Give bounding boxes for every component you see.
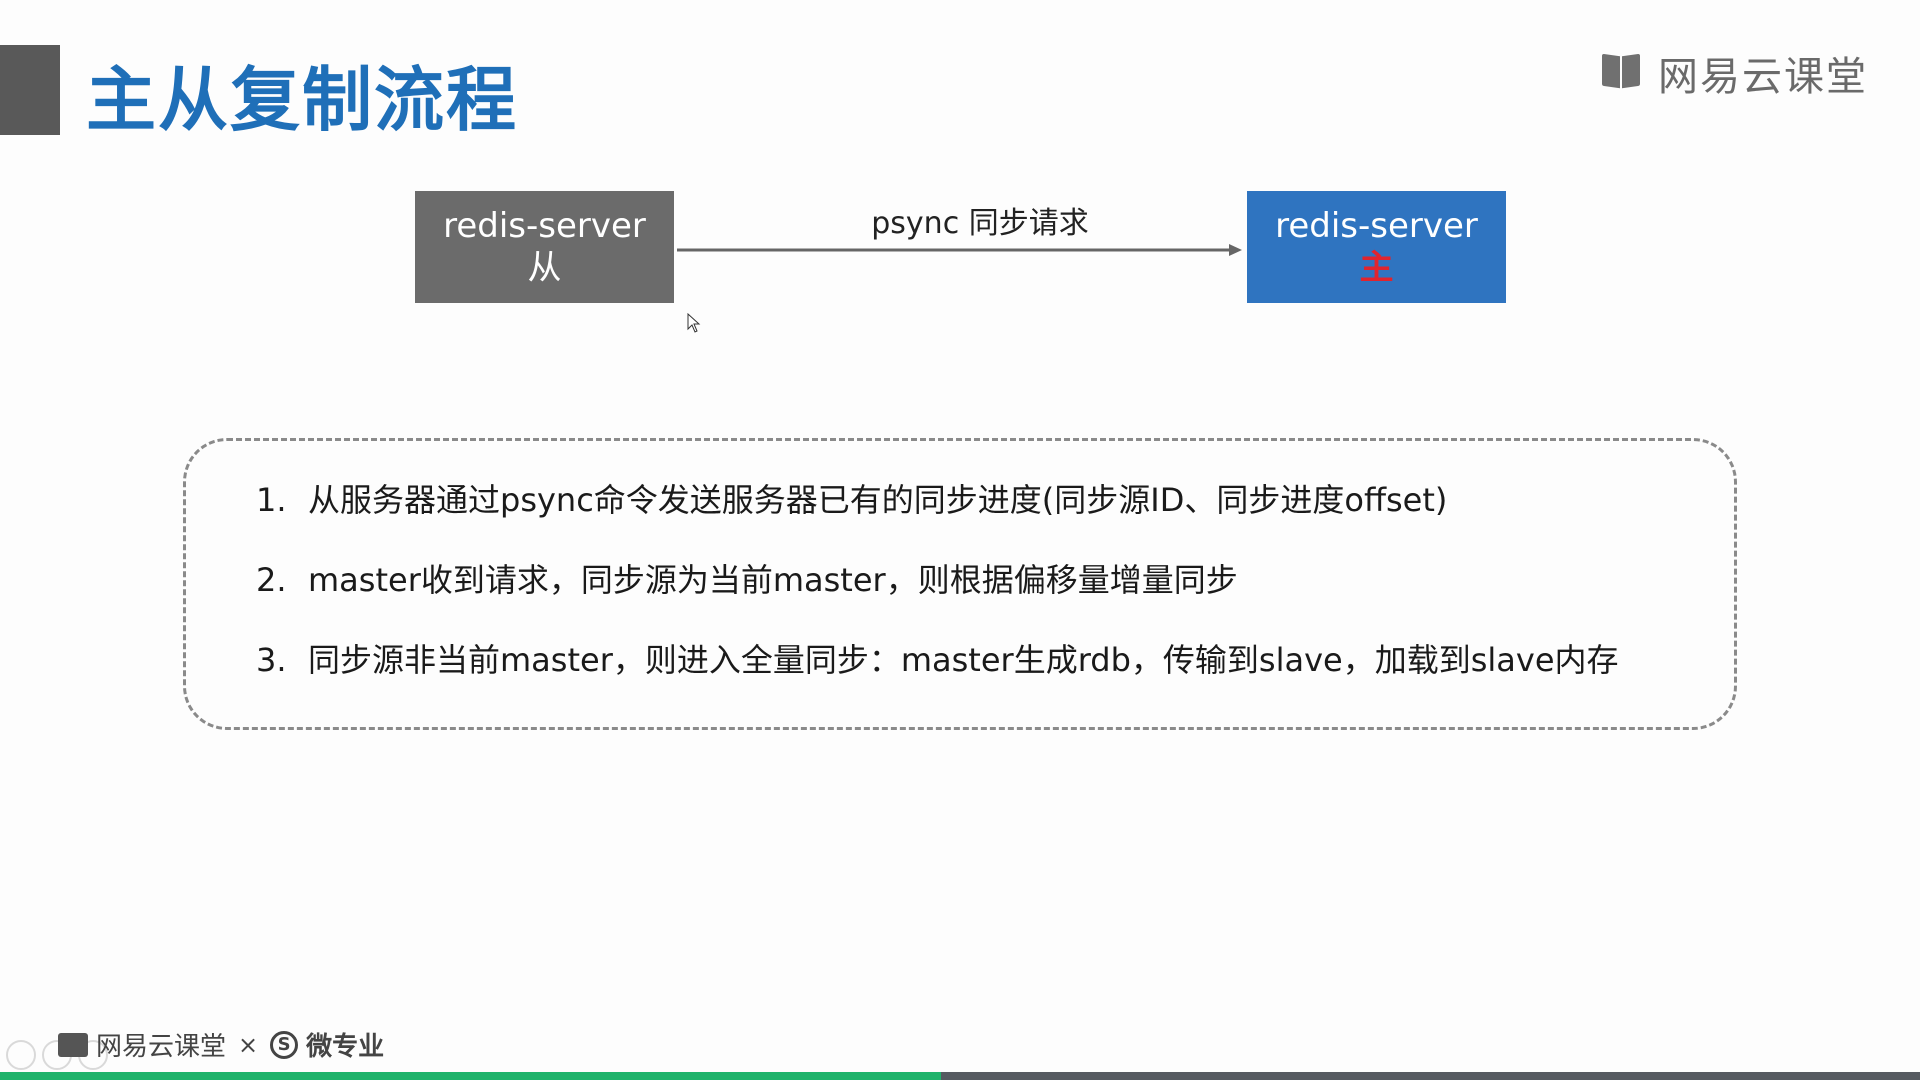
step-number: 3. [256,641,287,679]
brand-name: 网易云课堂 [1658,54,1868,100]
slide: 主从复制流程 网易云课堂 redis-server 从 psync 同步请求 r… [0,0,1920,1080]
slave-server-box: redis-server 从 [415,191,674,303]
title-accent-bar [0,45,60,135]
master-server-box: redis-server 主 [1247,191,1506,303]
step-item: 2. master收到请求，同步源为当前master，则根据偏移量增量同步 [256,555,1619,635]
footer-brand: 网易云课堂 × S 微专业 [58,1026,384,1063]
arrow-label: psync 同步请求 [871,206,1089,241]
footer-brand-name: 网易云课堂 [96,1032,227,1062]
slide-title: 主从复制流程 [86,59,518,141]
prev-icon[interactable] [6,1040,36,1070]
step-item: 1. 从服务器通过psync命令发送服务器已有的同步进度(同步源ID、同步进度o… [256,475,1619,555]
step-number: 2. [256,561,287,599]
master-role-label: 主 [1359,248,1394,288]
step-number: 1. [256,481,287,519]
weizhuanye-icon: S [270,1030,299,1059]
cross-separator: × [238,1030,259,1059]
book-icon [58,1032,88,1057]
slave-server-label: redis-server [443,206,646,246]
step-text: master收到请求，同步源为当前master，则根据偏移量增量同步 [308,561,1238,599]
master-server-label: redis-server [1275,206,1478,246]
footer-partner-name: 微专业 [306,1032,385,1062]
step-item: 3. 同步源非当前master，则进入全量同步：master生成rdb，传输到s… [256,635,1619,715]
step-text: 从服务器通过psync命令发送服务器已有的同步进度(同步源ID、同步进度offs… [308,481,1448,519]
video-progress-bar[interactable] [0,1072,1920,1080]
brand-logo: 网易云课堂 [1600,44,1868,102]
slave-role-label: 从 [527,248,562,288]
book-icon [1600,53,1644,93]
video-progress-fill [0,1072,941,1080]
mouse-cursor-icon [687,313,701,333]
psync-arrow [677,244,1242,256]
step-text: 同步源非当前master，则进入全量同步：master生成rdb，传输到slav… [308,641,1619,679]
steps-list: 1. 从服务器通过psync命令发送服务器已有的同步进度(同步源ID、同步进度o… [256,475,1619,715]
